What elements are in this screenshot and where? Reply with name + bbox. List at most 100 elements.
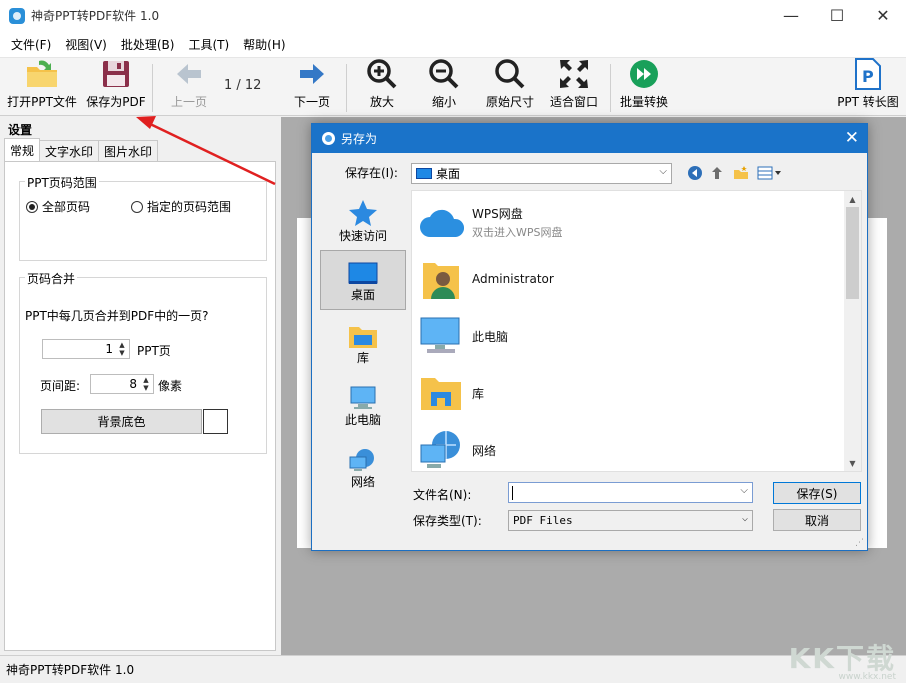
file-name: 此电脑 [472,329,509,344]
view-menu-icon[interactable] [756,164,784,182]
list-item[interactable]: 此电脑 [418,308,508,364]
radio-custom-range[interactable]: 指定的页码范围 [131,198,231,215]
zoom-in-button[interactable]: 放大 [360,58,404,116]
place-desktop[interactable]: 桌面 [320,250,406,310]
file-list: WPS网盘 双击进入WPS网盘 Administrator 此电脑 库 网络 ▲… [411,190,862,472]
page-merge-legend: 页码合并 [25,270,78,287]
chevron-down-icon[interactable]: ⌵ [740,485,748,496]
menu-batch[interactable]: 批处理(B) [114,36,182,53]
resize-grip-icon[interactable]: ⋰ [855,538,864,548]
settings-panel: 设置 常规 文字水印 图片水印 PPT页码范围 全部页码 指定的页码范围 页码合… [0,117,281,655]
place-library[interactable]: 库 [320,312,406,372]
library-folder-icon [418,370,464,416]
radio-checked-icon [26,200,38,213]
batch-convert-button[interactable]: 批量转换 [618,58,670,116]
tab-image-watermark[interactable]: 图片水印 [98,140,159,161]
network-globe-icon [349,449,374,471]
open-ppt-label: 打开PPT文件 [7,95,77,109]
file-name: 网络 [472,443,497,458]
page-range-legend: PPT页码范围 [25,174,99,191]
up-folder-icon[interactable] [708,164,726,182]
list-item[interactable]: Administrator [418,251,554,307]
save-pdf-button[interactable]: 保存为PDF [84,58,148,116]
place-this-pc[interactable]: 此电脑 [320,374,406,434]
list-item[interactable]: 网络 [418,422,496,478]
save-button[interactable]: 保存(S) [773,482,861,504]
filename-label: 文件名(N): [413,488,472,502]
new-folder-icon[interactable] [732,164,750,182]
tab-general[interactable]: 常规 [4,138,41,161]
file-name: Administrator [472,272,554,286]
pages-unit: PPT页 [137,344,171,358]
computer-icon [350,386,376,409]
spin-arrows-icon[interactable]: ▲ ▼ [141,376,151,392]
page-merge-group: 页码合并 PPT中每几页合并到PDF中的一页? 1 ▲ ▼ PPT页 页间距: 8… [19,270,267,454]
user-folder-icon [418,256,464,302]
tab-general-body: PPT页码范围 全部页码 指定的页码范围 页码合并 PPT中每几页合并到PDF中… [4,161,276,651]
zoom-out-label: 缩小 [431,95,456,109]
radio-all-pages[interactable]: 全部页码 [26,198,90,215]
background-color-swatch[interactable] [203,409,228,434]
arrow-left-icon [172,58,206,90]
scrollbar-thumb[interactable] [846,207,859,299]
scroll-up-icon[interactable]: ▲ [844,191,861,207]
ppt-to-long-image-label: PPT 转长图 [837,95,899,109]
place-network[interactable]: 网络 [320,436,406,496]
scroll-down-icon[interactable]: ▼ [844,455,861,471]
next-page-button[interactable]: 下一页 [288,58,336,116]
background-color-button[interactable]: 背景底色 [41,409,202,434]
tab-text-watermark[interactable]: 文字水印 [39,140,100,161]
toolbar-separator [610,64,611,112]
close-button[interactable]: ✕ [860,0,906,31]
save-as-dialog: 另存为 ✕ 保存在(I): 桌面 ⌵ 快速访问 桌面 库 此电脑 网络 WPS网… [311,123,868,551]
page-gap-value: 8 [129,377,137,391]
watermark-logo: KK下载 [788,642,896,675]
expand-icon [557,58,591,90]
place-this-pc-label: 此电脑 [344,413,381,427]
minimize-button[interactable]: — [768,0,814,31]
prev-page-label: 上一页 [170,95,207,109]
open-folder-icon [25,58,59,90]
toolbar: 打开PPT文件 保存为PDF 上一页 1 / 12 下一页 放大 缩小 原始尺寸… [0,58,906,116]
pages-per-sheet-value: 1 [105,342,113,356]
file-name: WPS网盘 [472,206,523,221]
app-icon [9,7,25,24]
maximize-button[interactable]: ☐ [814,0,860,31]
list-item[interactable]: WPS网盘 双击进入WPS网盘 [418,194,563,250]
place-quick-access[interactable]: 快速访问 [320,190,406,250]
pages-per-sheet-stepper[interactable]: 1 ▲ ▼ [42,339,130,359]
cancel-button[interactable]: 取消 [773,509,861,531]
save-in-combo[interactable]: 桌面 ⌵ [411,163,672,184]
zoom-in-icon [365,58,399,90]
file-subtitle: 双击进入WPS网盘 [472,225,563,239]
menu-file[interactable]: 文件(F) [4,36,58,53]
cloud-icon [418,199,464,245]
open-ppt-button[interactable]: 打开PPT文件 [6,58,78,116]
prev-page-button[interactable]: 上一页 [164,58,214,116]
spin-arrows-icon[interactable]: ▲ ▼ [117,341,127,357]
fit-window-button[interactable]: 适合窗口 [546,58,602,116]
svg-text:P: P [862,67,874,86]
places-bar: 快速访问 桌面 库 此电脑 网络 [320,190,408,550]
filename-input[interactable]: ⌵ [508,482,753,503]
save-in-value: 桌面 [436,167,461,181]
filetype-value: PDF Files [513,514,573,527]
filetype-select[interactable]: PDF Files ⌵ [508,510,753,531]
chevron-down-icon: ⌵ [659,166,667,177]
file-list-scrollbar[interactable]: ▲ ▼ [844,191,861,471]
ppt-to-long-image-button[interactable]: P PPT 转长图 [834,58,902,116]
dialog-close-icon[interactable]: ✕ [845,128,859,148]
radio-custom-range-label: 指定的页码范围 [147,200,232,214]
list-item[interactable]: 库 [418,365,484,421]
back-icon[interactable] [686,164,704,182]
page-gap-stepper[interactable]: 8 ▲ ▼ [90,374,154,394]
menu-tools[interactable]: 工具(T) [181,36,236,53]
zoom-out-button[interactable]: 缩小 [422,58,466,116]
actual-size-button[interactable]: 原始尺寸 [482,58,538,116]
menu-help[interactable]: 帮助(H) [236,36,292,53]
merge-question: PPT中每几页合并到PDF中的一页? [25,309,209,323]
menu-view[interactable]: 视图(V) [58,36,114,53]
document-p-icon: P [851,58,885,90]
window-title: 神奇PPT转PDF软件 1.0 [31,9,160,23]
title-bar: 神奇PPT转PDF软件 1.0 — ☐ ✕ [0,0,906,31]
